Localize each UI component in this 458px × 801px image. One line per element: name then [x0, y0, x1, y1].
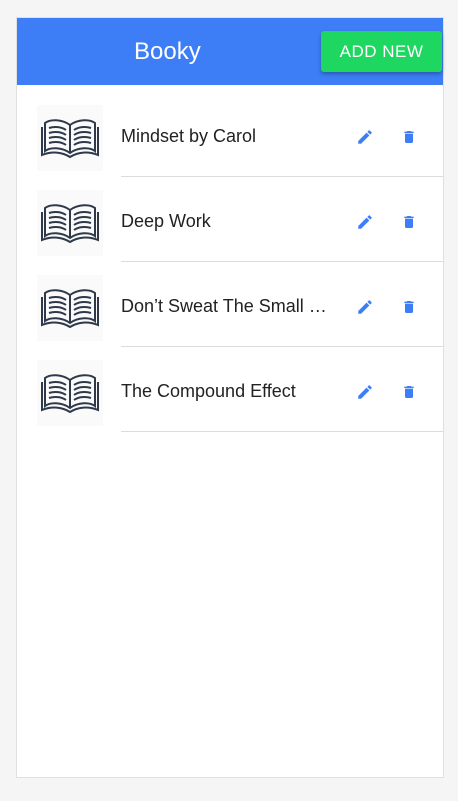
pencil-icon	[358, 300, 372, 314]
open-book-icon	[37, 105, 103, 171]
open-book-icon	[37, 275, 103, 341]
edit-button[interactable]	[354, 211, 376, 233]
delete-button[interactable]	[398, 381, 420, 403]
open-book-icon	[37, 190, 103, 256]
book-title: Don’t Sweat The Small Stuff	[121, 296, 336, 316]
trash-icon	[404, 386, 414, 398]
list-item: Don’t Sweat The Small Stuff	[17, 255, 443, 347]
book-list: Mindset by Carol Deep Work Don’t Sweat T…	[17, 85, 443, 432]
add-new-button[interactable]: ADD NEW	[321, 31, 442, 72]
app-bar: Booky ADD NEW	[17, 18, 443, 85]
trash-icon	[404, 131, 414, 143]
pencil-icon	[358, 385, 372, 399]
delete-button[interactable]	[398, 296, 420, 318]
pencil-icon	[358, 130, 372, 144]
book-title: Mindset by Carol	[121, 126, 257, 146]
edit-button[interactable]	[354, 381, 376, 403]
app-title: Booky	[134, 38, 201, 65]
book-title: The Compound Effect	[121, 381, 296, 401]
app-card: Booky ADD NEW Mindset by Carol Deep Work…	[16, 17, 444, 778]
list-item: Deep Work	[17, 170, 443, 262]
pencil-icon	[358, 215, 372, 229]
trash-icon	[404, 216, 414, 228]
book-title: Deep Work	[121, 211, 211, 231]
edit-button[interactable]	[354, 296, 376, 318]
open-book-icon	[37, 360, 103, 426]
divider	[121, 431, 443, 432]
list-item: Mindset by Carol	[17, 85, 443, 177]
delete-button[interactable]	[398, 211, 420, 233]
list-item: The Compound Effect	[17, 340, 443, 432]
edit-button[interactable]	[354, 126, 376, 148]
delete-button[interactable]	[398, 126, 420, 148]
trash-icon	[404, 301, 414, 313]
